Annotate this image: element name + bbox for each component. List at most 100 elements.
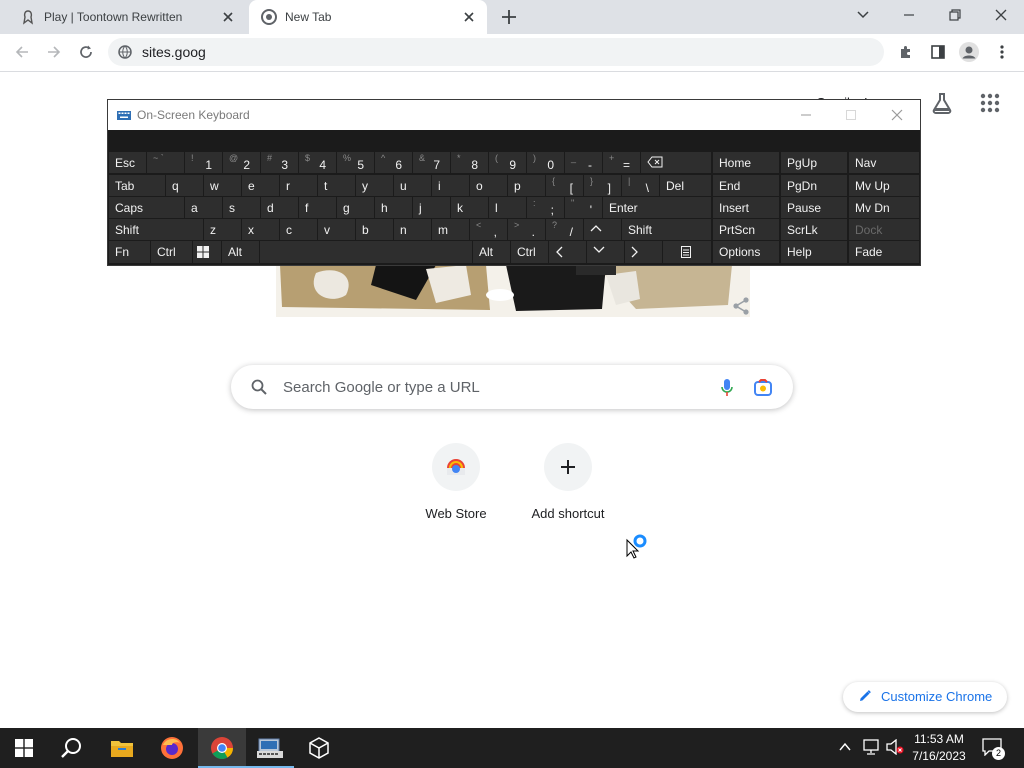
- key-right-bracket[interactable]: }]: [584, 175, 621, 196]
- firefox-button[interactable]: [148, 728, 196, 768]
- key-c[interactable]: c: [280, 219, 317, 240]
- labs-button[interactable]: [930, 91, 954, 115]
- key-help[interactable]: Help: [781, 241, 847, 263]
- profile-button[interactable]: [957, 40, 981, 64]
- volume-button[interactable]: [886, 739, 904, 755]
- osk-maximize-button[interactable]: [841, 106, 861, 124]
- key-s[interactable]: s: [223, 197, 260, 218]
- key-5[interactable]: % 5: [337, 152, 374, 173]
- key-x[interactable]: x: [242, 219, 279, 240]
- customize-chrome-label[interactable]: Customize Chrome: [881, 689, 992, 704]
- key-del[interactable]: Del: [660, 175, 711, 196]
- share-doodle-button[interactable]: [731, 296, 751, 316]
- key-arrow-up[interactable]: [584, 219, 621, 240]
- back-button[interactable]: [10, 40, 34, 64]
- key-semicolon[interactable]: :;: [527, 197, 564, 218]
- key-8[interactable]: * 8: [451, 152, 488, 173]
- chrome-menu-button[interactable]: [990, 40, 1014, 64]
- key-tab[interactable]: Tab: [109, 175, 165, 196]
- osk-close-button[interactable]: [887, 106, 907, 124]
- key-7[interactable]: & 7: [413, 152, 450, 173]
- shortcut-web-store[interactable]: Web Store: [400, 443, 512, 521]
- forward-button[interactable]: [42, 40, 66, 64]
- tab-toontown[interactable]: Play | Toontown Rewritten: [8, 0, 246, 34]
- key-esc[interactable]: Esc: [109, 152, 146, 173]
- key-alt-left[interactable]: Alt: [222, 241, 259, 263]
- tab-new-tab[interactable]: New Tab: [249, 0, 487, 34]
- google-doodle[interactable]: [276, 265, 750, 317]
- key-shift-left[interactable]: Shift: [109, 219, 203, 240]
- google-apps-button[interactable]: [980, 93, 1000, 113]
- osk-minimize-button[interactable]: [796, 106, 816, 124]
- key-fn[interactable]: Fn: [109, 241, 150, 263]
- key-2[interactable]: @2: [223, 152, 260, 173]
- key-u[interactable]: u: [394, 175, 431, 196]
- image-search-button[interactable]: [753, 378, 773, 398]
- close-tab-icon[interactable]: [220, 9, 236, 25]
- key-caps[interactable]: Caps: [109, 197, 184, 218]
- key-6[interactable]: ^ 6: [375, 152, 412, 173]
- key-mvdn[interactable]: Mv Dn: [849, 197, 919, 218]
- key-4[interactable]: $4: [299, 152, 336, 173]
- key-dock[interactable]: Dock: [849, 219, 919, 240]
- key-alt-right[interactable]: Alt: [473, 241, 510, 263]
- key-period[interactable]: >.: [508, 219, 545, 240]
- add-shortcut-button[interactable]: Add shortcut: [512, 443, 624, 521]
- key-9[interactable]: (9: [489, 152, 526, 173]
- key-shift-right[interactable]: Shift: [622, 219, 711, 240]
- key-enter[interactable]: Enter: [603, 197, 711, 218]
- key-0[interactable]: ) 0: [527, 152, 564, 173]
- key-menu[interactable]: [663, 241, 711, 263]
- minimize-button[interactable]: [886, 0, 932, 30]
- restore-button[interactable]: [932, 0, 978, 30]
- key-d[interactable]: d: [261, 197, 298, 218]
- search-input[interactable]: Search Google or type a URL: [283, 379, 480, 396]
- tab-search-button[interactable]: [840, 0, 886, 30]
- on-screen-keyboard-window[interactable]: On-Screen Keyboard Esc ~ ` ! 1 @2 #3 $4 %…: [108, 100, 920, 265]
- key-pgdn[interactable]: PgDn: [781, 175, 847, 196]
- key-h[interactable]: h: [375, 197, 412, 218]
- clock-time[interactable]: 11:53 AM: [906, 732, 972, 746]
- file-explorer-button[interactable]: [98, 728, 146, 768]
- key-comma[interactable]: <,: [470, 219, 507, 240]
- network-button[interactable]: [862, 739, 880, 755]
- key-left-bracket[interactable]: {[: [546, 175, 583, 196]
- close-tab-icon[interactable]: [461, 9, 477, 25]
- chrome-taskbar-button[interactable]: [198, 728, 246, 768]
- key-n[interactable]: n: [394, 219, 431, 240]
- key-backslash[interactable]: | \: [622, 175, 659, 196]
- show-hidden-icons-button[interactable]: [838, 740, 852, 754]
- key-nav[interactable]: Nav: [849, 152, 919, 173]
- side-panel-button[interactable]: [926, 40, 950, 64]
- key-e[interactable]: e: [242, 175, 279, 196]
- key-pause[interactable]: Pause: [781, 197, 847, 218]
- key-q[interactable]: q: [166, 175, 203, 196]
- 3d-viewer-button[interactable]: [295, 728, 343, 768]
- key-y[interactable]: y: [356, 175, 393, 196]
- key-arrow-left[interactable]: [549, 241, 586, 263]
- osk-taskbar-button[interactable]: [246, 728, 294, 768]
- key-backspace[interactable]: [641, 152, 711, 173]
- key-windows[interactable]: [193, 241, 221, 263]
- key-g[interactable]: g: [337, 197, 374, 218]
- key-1b[interactable]: ! 1: [185, 152, 222, 173]
- key-o[interactable]: o: [470, 175, 507, 196]
- key-prtscn[interactable]: PrtScn: [713, 219, 779, 240]
- key-m[interactable]: m: [432, 219, 469, 240]
- key-fade[interactable]: Fade: [849, 241, 919, 263]
- start-button[interactable]: [0, 728, 48, 768]
- key-i[interactable]: i: [432, 175, 469, 196]
- key-w[interactable]: w: [204, 175, 241, 196]
- key-end[interactable]: End: [713, 175, 779, 196]
- key-1[interactable]: ~ `: [147, 152, 184, 173]
- key-pgup[interactable]: PgUp: [781, 152, 847, 173]
- new-tab-button[interactable]: [497, 5, 521, 29]
- site-info-icon[interactable]: [118, 45, 132, 59]
- key-mvup[interactable]: Mv Up: [849, 175, 919, 196]
- close-window-button[interactable]: [978, 0, 1024, 30]
- key-scrlk[interactable]: ScrLk: [781, 219, 847, 240]
- key-z[interactable]: z: [204, 219, 241, 240]
- key-arrow-down[interactable]: [587, 241, 624, 263]
- key-t[interactable]: t: [318, 175, 355, 196]
- key-l[interactable]: l: [489, 197, 526, 218]
